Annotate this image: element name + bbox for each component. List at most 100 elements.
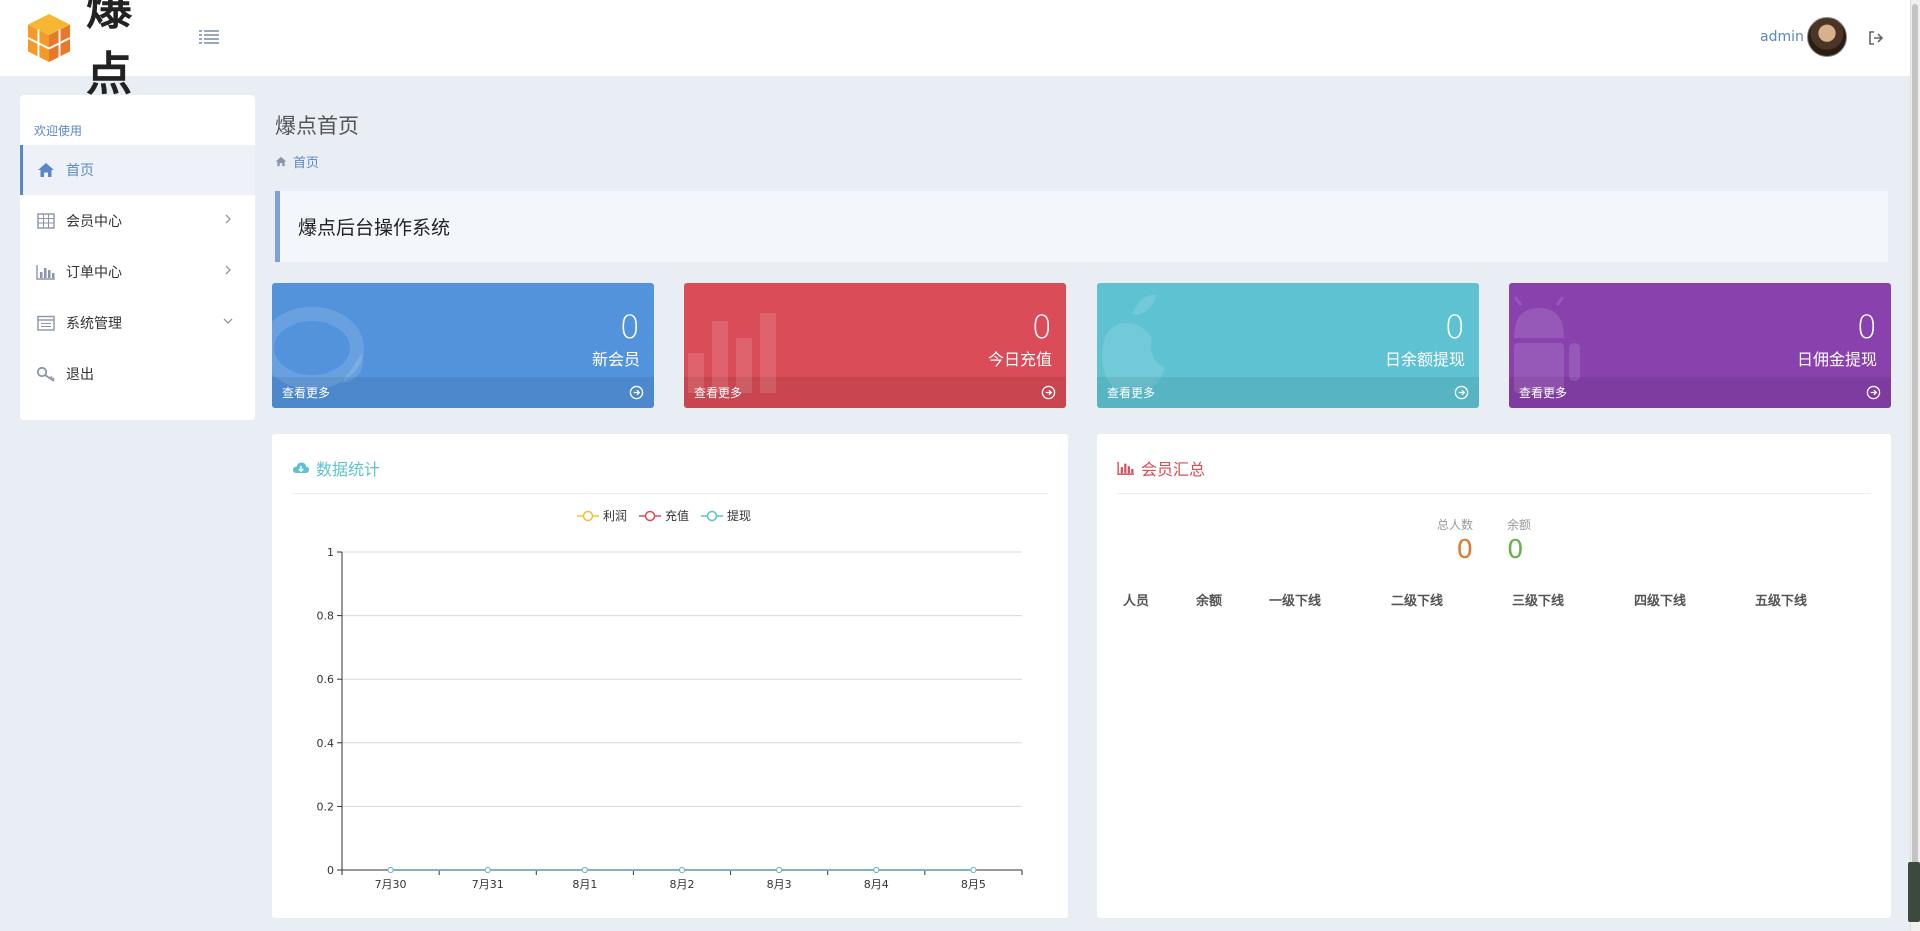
avatar[interactable] — [1807, 17, 1847, 57]
breadcrumb: 首页 — [275, 152, 319, 171]
panel-header: 数据统计 — [292, 456, 380, 480]
cloud-download-icon — [292, 462, 310, 473]
stat-card-daily-balance-withdrawal[interactable]: 0 日余额提现 查看更多 — [1097, 283, 1479, 408]
sidebar-item-logout[interactable]: 退出 — [20, 349, 255, 399]
stat-value: 0 — [1856, 308, 1877, 346]
stat-value: 0 — [619, 308, 640, 346]
column-header[interactable]: 余额 — [1196, 590, 1222, 609]
calendar-icon — [36, 314, 56, 332]
sidebar-item-label: 订单中心 — [66, 265, 122, 281]
chevron-right-icon — [225, 265, 231, 275]
logout-icon[interactable] — [1868, 30, 1884, 46]
x-tick-label: 7月30 — [375, 878, 407, 891]
view-more-link[interactable]: 查看更多 — [1107, 384, 1155, 401]
y-tick-label: 1 — [327, 546, 334, 559]
sidebar-item-label: 系统管理 — [66, 316, 122, 332]
logo-cube-icon — [27, 14, 71, 62]
y-tick-label: 0.8 — [317, 610, 335, 623]
sidebar-item-label: 会员中心 — [66, 214, 122, 230]
legend-item[interactable]: 提现 — [701, 507, 751, 524]
legend-item[interactable]: 利润 — [577, 507, 627, 524]
sidebar-item-member-center[interactable]: 会员中心 — [20, 196, 255, 246]
arrow-circle-right-icon[interactable] — [1866, 385, 1881, 400]
stat-card-today-recharge[interactable]: 0 今日充值 查看更多 — [684, 283, 1066, 408]
total-members-value: 0 — [1456, 535, 1474, 565]
panel-title: 会员汇总 — [1141, 460, 1206, 479]
panel-header: 会员汇总 — [1117, 456, 1205, 480]
y-tick-label: 0.2 — [317, 800, 335, 813]
balance-value: 0 — [1507, 535, 1524, 565]
logo[interactable]: 爆点 — [26, 0, 176, 101]
home-icon — [275, 156, 287, 167]
chevron-down-icon — [223, 318, 233, 324]
panel-divider — [292, 493, 1048, 494]
x-tick-label: 8月3 — [767, 878, 792, 891]
data-point — [873, 867, 880, 873]
sidebar-item-order-center[interactable]: 订单中心 — [20, 247, 255, 297]
data-point — [970, 867, 977, 873]
arrow-circle-right-icon[interactable] — [1041, 385, 1056, 400]
legend-swatch — [577, 510, 599, 521]
floating-widget[interactable] — [1908, 862, 1920, 922]
balance-label: 余额 — [1507, 518, 1532, 532]
stat-card-new-members[interactable]: 0 新会员 查看更多 — [272, 283, 654, 408]
column-header[interactable]: 四级下线 — [1634, 590, 1686, 609]
stat-label: 日余额提现 — [1384, 350, 1465, 369]
view-more-link[interactable]: 查看更多 — [694, 384, 742, 401]
chevron-right-icon — [225, 214, 231, 224]
panel-divider — [1117, 493, 1871, 494]
column-header[interactable]: 三级下线 — [1512, 590, 1564, 609]
x-tick-label: 8月4 — [864, 878, 889, 891]
sidebar-title: 欢迎使用 — [34, 124, 83, 138]
legend-item[interactable]: 充值 — [639, 507, 689, 524]
arrow-circle-right-icon[interactable] — [629, 385, 644, 400]
page-title: 爆点首页 — [275, 114, 359, 138]
data-point — [776, 867, 783, 873]
home-icon — [36, 161, 56, 179]
sidebar: 欢迎使用 首页 会员中心 订单中心 系统管理 退出 — [20, 95, 255, 420]
stat-label: 今日充值 — [987, 350, 1052, 369]
stat-value: 0 — [1444, 308, 1465, 346]
x-tick-label: 7月31 — [472, 878, 504, 891]
sidebar-item-system-management[interactable]: 系统管理 — [20, 298, 255, 348]
data-point — [679, 867, 685, 873]
data-point — [484, 867, 491, 873]
stat-card-daily-commission-withdrawal[interactable]: 0 日佣金提现 查看更多 — [1509, 283, 1891, 408]
total-members-summary: 总人数 0 — [1437, 516, 1473, 565]
scrollbar-thumb[interactable] — [1912, 4, 1918, 922]
column-header[interactable]: 五级下线 — [1755, 590, 1807, 609]
balance-summary: 余额 0 — [1507, 516, 1531, 565]
legend-swatch — [701, 510, 724, 521]
panel-title: 数据统计 — [316, 460, 381, 479]
banner-text: 爆点后台操作系统 — [298, 217, 451, 239]
legend-label: 提现 — [727, 509, 752, 523]
view-more-link[interactable]: 查看更多 — [1519, 384, 1567, 401]
y-tick-label: 0.4 — [317, 737, 335, 750]
data-point — [387, 867, 394, 873]
user-name[interactable]: admin — [1760, 29, 1804, 45]
chart-legend: 利润 充值 提现 — [577, 507, 751, 524]
stat-value: 0 — [1031, 308, 1052, 346]
bar-chart-icon — [36, 263, 56, 281]
column-header[interactable]: 二级下线 — [1391, 590, 1443, 609]
logo-text: 爆点 — [85, 0, 133, 101]
x-tick-label: 8月5 — [961, 878, 986, 891]
stat-label: 新会员 — [591, 350, 640, 369]
x-tick-label: 8月1 — [572, 878, 597, 891]
table-icon — [36, 212, 56, 230]
data-statistics-panel: 数据统计 利润 充值 提现 0 0.2 0.4 0.6 0.8 1 7月30 7月31 8月1 8月2… — [272, 434, 1068, 918]
legend-swatch — [639, 510, 662, 521]
sidebar-item-label: 退出 — [66, 367, 94, 383]
stat-label: 日佣金提现 — [1796, 350, 1877, 369]
arrow-circle-right-icon[interactable] — [1454, 385, 1469, 400]
sidebar-item-home[interactable]: 首页 — [20, 145, 255, 195]
legend-label: 充值 — [665, 509, 690, 523]
top-header: 爆点 admin — [0, 0, 1910, 101]
bar-chart-icon — [1117, 461, 1134, 475]
menu-toggle-icon[interactable] — [198, 28, 220, 46]
view-more-link[interactable]: 查看更多 — [282, 384, 330, 401]
sidebar-item-label: 首页 — [66, 163, 94, 179]
column-header[interactable]: 一级下线 — [1269, 590, 1321, 609]
column-header[interactable]: 人员 — [1123, 590, 1149, 609]
breadcrumb-home-link[interactable]: 首页 — [293, 152, 319, 171]
